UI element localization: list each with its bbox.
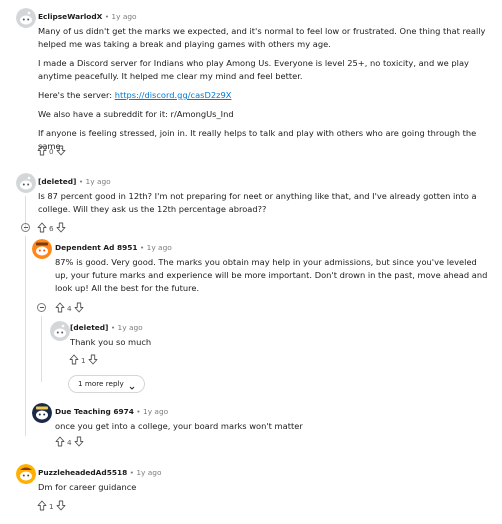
comment-body: once you get into a college, your board … — [55, 421, 303, 431]
comment-age: 1y ago — [85, 177, 111, 186]
vote-score: 1 — [49, 501, 54, 511]
snoo-avatar-icon[interactable] — [16, 464, 36, 484]
upvote-icon[interactable] — [37, 500, 47, 513]
comment-paragraph: I made a Discord server for Indians who … — [38, 58, 469, 81]
upvote-icon[interactable] — [69, 354, 79, 367]
separator-dot: • — [110, 323, 116, 332]
comment-age: 1y ago — [146, 243, 172, 252]
comment-body: Thank you so much — [70, 337, 152, 347]
comment-author[interactable]: Due Teaching 6974 — [55, 407, 134, 416]
downvote-icon[interactable] — [56, 145, 66, 158]
snoo-avatar-icon[interactable] — [32, 403, 52, 423]
snoo-avatar-icon[interactable] — [16, 8, 36, 28]
comment-age: 1y ago — [143, 407, 169, 416]
snoo-avatar-icon[interactable] — [50, 321, 70, 341]
comment-age: 1y ago — [136, 468, 162, 477]
vote-score: 4 — [67, 437, 72, 447]
comment-paragraph: If anyone is feeling stressed, join in. … — [38, 128, 477, 151]
comment-meta: PuzzleheadedAd5518 • 1y ago — [38, 468, 162, 478]
comment-body: Many of us didn't get the marks we expec… — [38, 25, 494, 159]
comment-puzzleheadedad5518: PuzzleheadedAd5518 • 1y ago Dm for caree… — [0, 460, 502, 524]
vote-bar: 0 — [37, 145, 66, 157]
comment-author[interactable]: PuzzleheadedAd5518 — [38, 468, 127, 477]
comment-paragraph: Many of us didn't get the marks we expec… — [38, 26, 486, 49]
comment-meta: [deleted] • 1y ago — [38, 177, 111, 187]
more-replies-label: 1 more reply — [78, 379, 124, 388]
vote-score: 1 — [81, 355, 86, 365]
vote-bar: 1 — [69, 354, 98, 366]
comment-meta: EclipseWarlodX • 1y ago — [38, 12, 137, 22]
vote-bar: 1 — [37, 500, 66, 512]
comment-meta: Due Teaching 6974 • 1y ago — [55, 407, 168, 417]
snoo-avatar-icon[interactable] — [16, 173, 36, 193]
vote-bar: 4 — [55, 302, 84, 314]
comment-paragraph: We also have a subreddit for it: r/Among… — [38, 109, 234, 119]
separator-dot: • — [104, 12, 110, 21]
comment-meta: Dependent Ad 8951 • 1y ago — [55, 243, 172, 253]
comment-body: Is 87 percent good in 12th? I'm not prep… — [38, 191, 477, 214]
separator-dot: • — [129, 468, 134, 477]
comment-age: 1y ago — [111, 12, 137, 21]
upvote-icon[interactable] — [37, 222, 47, 235]
separator-dot: • — [136, 407, 141, 416]
comment-deleted-1: [deleted] • 1y ago Is 87 percent good in… — [0, 168, 502, 238]
comment-body: Dm for career guidance — [38, 482, 137, 492]
upvote-icon[interactable] — [37, 145, 47, 158]
comment-eclipsewarlodx: EclipseWarlodX • 1y ago Many of us didn'… — [0, 0, 502, 160]
downvote-icon[interactable] — [56, 500, 66, 513]
downvote-icon[interactable] — [88, 354, 98, 367]
comment-author[interactable]: Dependent Ad 8951 — [55, 243, 138, 252]
chevron-down-icon — [129, 381, 135, 390]
vote-bar: 6 — [37, 222, 66, 234]
comment-body: 87% is good. Very good. The marks you ob… — [55, 257, 488, 293]
separator-dot: • — [139, 243, 145, 252]
collapse-icon[interactable] — [37, 303, 46, 312]
more-replies-button[interactable]: 1 more reply — [68, 375, 146, 393]
comment-author: [deleted] — [38, 177, 77, 186]
downvote-icon[interactable] — [74, 302, 84, 315]
collapse-icon[interactable] — [21, 223, 30, 232]
upvote-icon[interactable] — [55, 436, 65, 449]
upvote-icon[interactable] — [55, 302, 65, 315]
vote-score: 4 — [67, 303, 72, 313]
downvote-icon[interactable] — [74, 436, 84, 449]
snoo-avatar-icon[interactable] — [32, 239, 52, 259]
server-prefix: Here's the server: — [38, 90, 115, 100]
vote-score: 6 — [49, 223, 54, 233]
comment-meta: [deleted] • 1y ago — [70, 323, 143, 333]
comment-author: [deleted] — [70, 323, 109, 332]
vote-bar: 4 — [55, 436, 84, 448]
separator-dot: • — [78, 177, 84, 186]
comment-paragraph: Here's the server: https://discord.gg/ca… — [38, 89, 494, 102]
vote-score: 0 — [49, 146, 54, 156]
comment-author[interactable]: EclipseWarlodX — [38, 12, 102, 21]
downvote-icon[interactable] — [56, 222, 66, 235]
discord-link[interactable]: https://discord.gg/casD2z9X — [115, 90, 232, 100]
comment-age: 1y ago — [117, 323, 143, 332]
